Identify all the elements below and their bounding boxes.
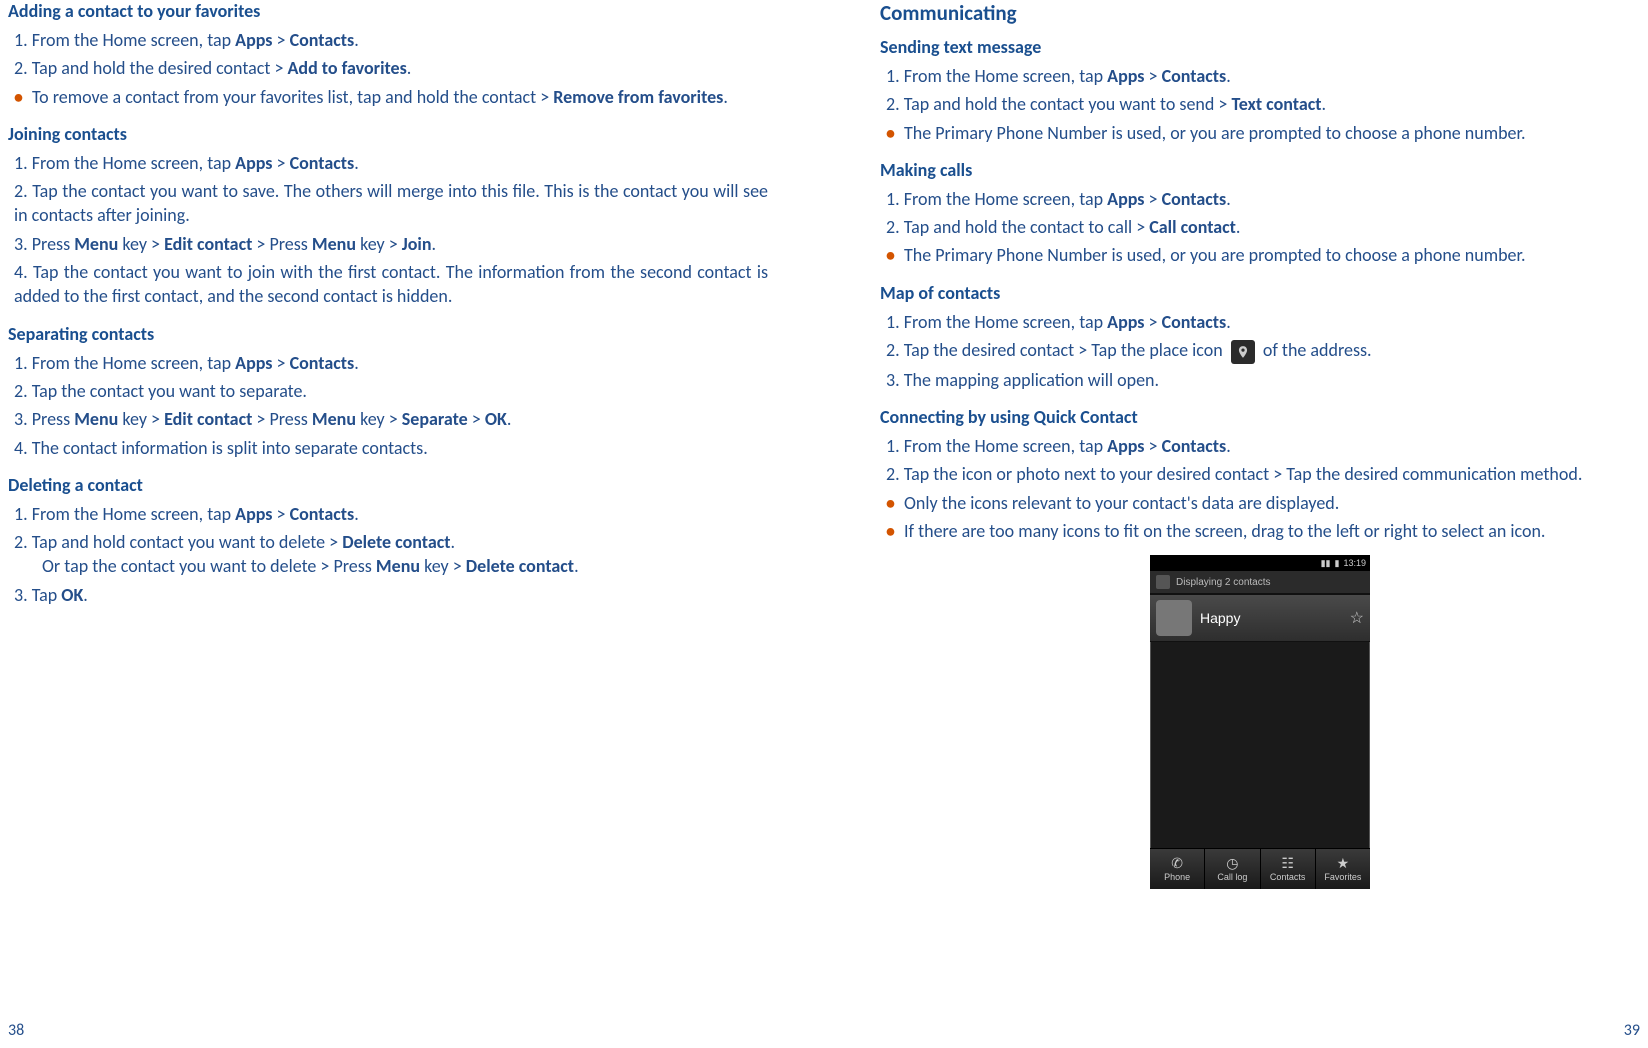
map-step-3: 3. The mapping application will open. (886, 368, 1640, 392)
join-step-3: 3. Press Menu key > Edit contact > Press… (14, 232, 768, 256)
two-page-spread: Adding a contact to your favorites 1. Fr… (0, 0, 1648, 1048)
step-number: 1. (886, 188, 904, 210)
map-step-2: 2. Tap the desired contact > Tap the pla… (886, 338, 1640, 364)
heading-quick-contact: Connecting by using Quick Contact (880, 406, 1640, 428)
page-number-left: 38 (8, 1021, 24, 1040)
sep-step-1: 1. From the Home screen, tap Apps > Cont… (14, 351, 768, 375)
phone-icon: ✆ (1171, 856, 1183, 870)
del-step-3: 3. Tap OK. (14, 583, 768, 607)
step-number: 2. (14, 57, 32, 79)
step-number: 1. (14, 352, 32, 374)
fav-bullet-1: • To remove a contact from your favorite… (14, 85, 768, 109)
phone-frame: ▮▮ ▮ 13:19 Displaying 2 contacts Happy ☆… (1150, 555, 1370, 885)
call-bullet-1: • The Primary Phone Number is used, or y… (886, 243, 1640, 267)
fav-step-1: 1. From the Home screen, tap Apps > Cont… (14, 28, 768, 52)
battery-icon: ▮ (1335, 558, 1340, 569)
star-icon: ★ (1337, 856, 1350, 870)
tab-phone: ✆Phone (1150, 849, 1205, 889)
join-step-1: 1. From the Home screen, tap Apps > Cont… (14, 151, 768, 175)
phone-body-area (1150, 642, 1370, 848)
tab-contacts: ☷Contacts (1261, 849, 1316, 889)
sep-step-2: 2. Tap the contact you want to separate. (14, 379, 768, 403)
call-step-2: 2. Tap and hold the contact to call > Ca… (886, 215, 1640, 239)
bullet-dot-icon: • (14, 85, 32, 109)
phone-sub-bar: Displaying 2 contacts (1150, 571, 1370, 594)
step-number: 2. (14, 531, 32, 553)
avatar-icon (1156, 600, 1192, 636)
phone-contact-row: Happy ☆ (1150, 594, 1370, 642)
phone-status-bar: ▮▮ ▮ 13:19 (1150, 555, 1370, 571)
heading-making-calls: Making calls (880, 159, 1640, 181)
step-number: 3. (14, 408, 32, 430)
contacts-icon (1156, 575, 1170, 589)
bullet-dot-icon: • (886, 121, 904, 145)
qc-bullet-1: • Only the icons relevant to your contac… (886, 491, 1640, 515)
step-number: 4. (14, 261, 33, 283)
contacts-icon: ☷ (1281, 856, 1294, 870)
tab-call-log: ◷Call log (1205, 849, 1260, 889)
heading-separating: Separating contacts (8, 323, 768, 345)
step-number: 1. (886, 435, 904, 457)
heading-map-contacts: Map of contacts (880, 282, 1640, 304)
page-number-right: 39 (1624, 1021, 1640, 1040)
bullet-dot-icon: • (886, 491, 904, 515)
join-step-4: 4. Tap the contact you want to join with… (14, 260, 768, 309)
step-number: 2. (886, 216, 904, 238)
page-right: Communicating Sending text message 1. Fr… (824, 0, 1648, 1048)
phone-bottom-tabs: ✆Phone ◷Call log ☷Contacts ★Favorites (1150, 848, 1370, 889)
heading-communicating: Communicating (880, 0, 1640, 26)
txt-step-1: 1. From the Home screen, tap Apps > Cont… (886, 64, 1640, 88)
step-number: 2. (14, 180, 32, 202)
heading-deleting: Deleting a contact (8, 474, 768, 496)
tab-favorites: ★Favorites (1316, 849, 1370, 889)
step-number: 3. (886, 369, 904, 391)
del-step-1: 1. From the Home screen, tap Apps > Cont… (14, 502, 768, 526)
step-number: 1. (886, 311, 904, 333)
txt-step-2: 2. Tap and hold the contact you want to … (886, 92, 1640, 116)
call-step-1: 1. From the Home screen, tap Apps > Cont… (886, 187, 1640, 211)
step-number: 2. (886, 93, 904, 115)
sep-step-4: 4. The contact information is split into… (14, 436, 768, 460)
step-number: 1. (14, 29, 32, 51)
step-number: 1. (14, 152, 32, 174)
step-number: 4. (14, 437, 32, 459)
step-number: 3. (14, 584, 32, 606)
join-step-2: 2. Tap the contact you want to save. The… (14, 179, 768, 228)
phone-screenshot: ▮▮ ▮ 13:19 Displaying 2 contacts Happy ☆… (880, 555, 1640, 885)
bullet-dot-icon: • (886, 243, 904, 267)
heading-add-favorites: Adding a contact to your favorites (8, 0, 768, 22)
qc-step-2: 2. Tap the icon or photo next to your de… (886, 462, 1640, 486)
del-step-2: 2. Tap and hold contact you want to dele… (14, 530, 768, 579)
heading-sending-text: Sending text message (880, 36, 1640, 58)
step-number: 1. (886, 65, 904, 87)
place-pin-icon (1231, 340, 1255, 364)
step-number: 2. (14, 380, 32, 402)
signal-icon: ▮▮ (1321, 558, 1331, 569)
map-step-1: 1. From the Home screen, tap Apps > Cont… (886, 310, 1640, 334)
star-icon: ☆ (1350, 608, 1364, 628)
step-number: 2. (886, 339, 904, 361)
displaying-text: Displaying 2 contacts (1176, 577, 1271, 588)
status-time: 13:19 (1343, 558, 1366, 568)
sep-step-3: 3. Press Menu key > Edit contact > Press… (14, 407, 768, 431)
step-number: 2. (886, 463, 904, 485)
qc-bullet-2: • If there are too many icons to fit on … (886, 519, 1640, 543)
bullet-dot-icon: • (886, 519, 904, 543)
page-left: Adding a contact to your favorites 1. Fr… (0, 0, 824, 1048)
qc-step-1: 1. From the Home screen, tap Apps > Cont… (886, 434, 1640, 458)
step-number: 3. (14, 233, 32, 255)
txt-bullet-1: • The Primary Phone Number is used, or y… (886, 121, 1640, 145)
heading-joining: Joining contacts (8, 123, 768, 145)
clock-icon: ◷ (1226, 856, 1238, 870)
step-number: 1. (14, 503, 32, 525)
contact-name: Happy (1200, 610, 1350, 626)
fav-step-2: 2. Tap and hold the desired contact > Ad… (14, 56, 768, 80)
